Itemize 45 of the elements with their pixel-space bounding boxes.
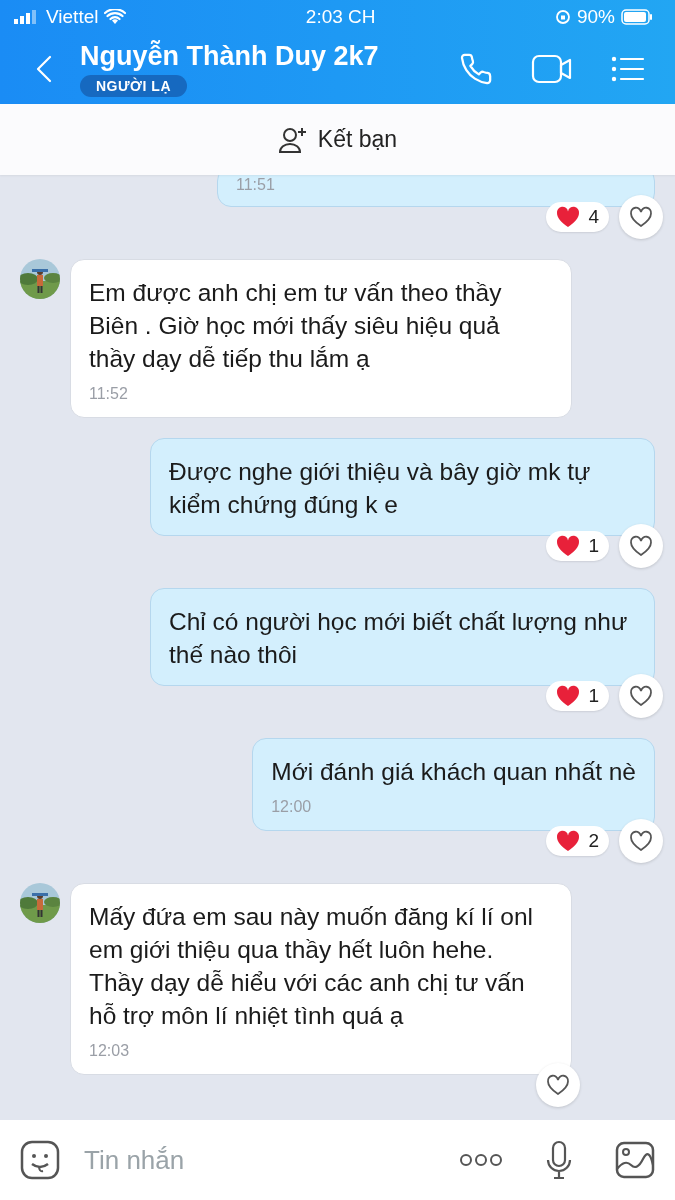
like-button[interactable] (619, 674, 663, 718)
add-person-icon (277, 125, 308, 154)
wifi-icon (104, 9, 127, 25)
rotation-lock-icon (554, 9, 571, 25)
clock-time: 2:03 CH (305, 6, 376, 28)
message-time: 12:00 (271, 798, 313, 816)
heart-icon (629, 830, 653, 852)
more-icon[interactable] (459, 1153, 503, 1167)
reaction-count[interactable]: 1 (546, 531, 609, 561)
heart-icon (556, 535, 581, 557)
battery-icon (621, 9, 653, 25)
sticker-icon[interactable] (20, 1140, 60, 1180)
reaction-count[interactable]: 4 (546, 202, 609, 232)
menu-icon[interactable] (611, 55, 645, 83)
message-time: 12:03 (89, 1042, 131, 1060)
like-button[interactable] (536, 1063, 580, 1107)
phone-icon[interactable] (459, 52, 493, 86)
message-text: Mới đánh giá khách quan nhất nè (271, 757, 636, 787)
like-button[interactable] (619, 819, 663, 863)
reaction-count[interactable]: 1 (546, 681, 609, 711)
battery-percentage: 90% (576, 6, 615, 28)
heart-icon (629, 535, 653, 557)
image-icon[interactable] (615, 1141, 655, 1179)
stranger-badge: NGƯỜI LẠ (80, 75, 187, 97)
like-button[interactable] (619, 524, 663, 568)
heart-icon (629, 206, 653, 228)
microphone-icon[interactable] (545, 1140, 573, 1180)
message-text: Mấy đứa em sau này muốn đăng kí lí onl em giới thiệu qua thầy hết luôn hehe. Thầy dạy dễ hiểu với các anh chị tư vấn hỗ trợ môn lí nhiệt tình quá ạ (89, 902, 535, 1031)
heart-icon (546, 1074, 570, 1096)
carrier-name: Viettel (46, 6, 99, 28)
add-friend-button[interactable]: Kết bạn (271, 124, 404, 155)
back-icon[interactable] (36, 55, 52, 83)
contact-name: Nguyễn Thành Duy 2k7 (80, 41, 379, 72)
reaction-count[interactable]: 2 (546, 826, 609, 856)
heart-icon (556, 206, 581, 228)
video-call-icon[interactable] (531, 54, 573, 84)
message-time: 11:51 (236, 176, 276, 194)
message-time: 11:52 (89, 385, 129, 403)
message-text: Được nghe giới thiệu và bây giờ mk tự kiểm chứng đúng k e (169, 457, 592, 520)
like-button[interactable] (619, 195, 663, 239)
message-text: Chỉ có người học mới biết chất lượng như thế nào thôi (169, 607, 629, 670)
heart-icon (629, 685, 653, 707)
heart-icon (556, 685, 581, 707)
message-text: Em được anh chị em tư vấn theo thầy Biên . Giờ học mới thấy siêu hiệu quả thầy dạy dễ tiếp thu lắm ạ (89, 278, 503, 374)
heart-icon (556, 830, 581, 852)
